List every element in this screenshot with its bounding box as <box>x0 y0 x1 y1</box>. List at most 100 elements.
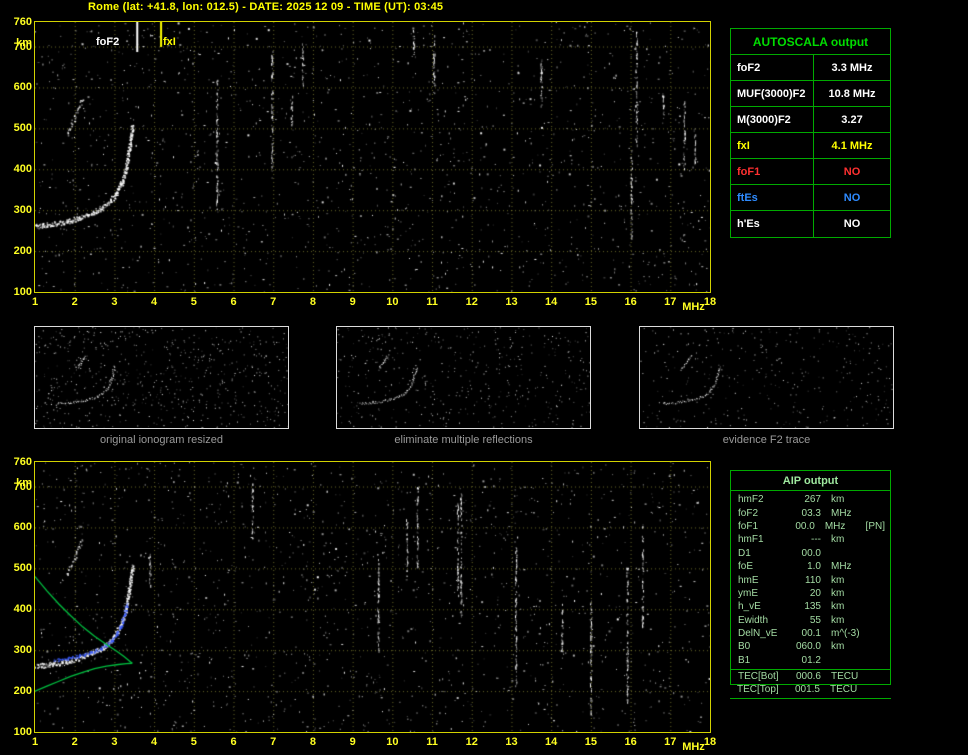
y-tick-label: 300 <box>13 644 32 657</box>
x-tick-label: 16 <box>624 736 637 748</box>
x-tick-label: 13 <box>505 736 518 748</box>
aip-tec-top-container: TEC[Top] 001.5 TECU <box>730 683 891 696</box>
aip-label: B0 <box>738 641 751 653</box>
aip-label: hmE <box>738 574 759 586</box>
x-tick-label: 9 <box>349 296 356 308</box>
autoscala-table-body: foF2 3.3 MHz MUF(3000)F2 10.8 MHz M(3000)F2 3… <box>731 55 890 237</box>
x-tick-label: 1 <box>31 736 39 748</box>
bottom-ionogram-canvas <box>34 461 711 733</box>
aip-unit: MHz <box>831 561 852 573</box>
x-tick-label: 7 <box>270 296 277 308</box>
x-axis-unit-label: MHz <box>682 301 705 313</box>
aip-value: --- <box>811 534 821 546</box>
aip-output-panel: AIP output hmF2 267 km foF2 03.3 MHz foF1 00.0 M… <box>730 470 891 686</box>
x-tick-label: 11 <box>426 296 438 308</box>
x-axis-unit-label: MHz <box>682 741 705 753</box>
table-row: M(3000)F2 3.27 <box>731 107 890 133</box>
aip-unit: MHz <box>831 507 852 519</box>
table-row: fxI 4.1 MHz <box>731 133 890 159</box>
table-row: ymE 20 km <box>731 587 890 600</box>
x-tick-label: 6 <box>230 296 237 308</box>
aip-value: 20 <box>809 587 821 599</box>
x-tick-label: 17 <box>664 736 677 748</box>
autoscala-row-value: 10.8 MHz <box>828 87 876 100</box>
mini-panel-caption-1: original ionogram resized <box>100 434 223 446</box>
aip-label: TEC[Top] <box>737 684 779 696</box>
x-tick-label: 12 <box>465 296 478 308</box>
aip-unit: TECU <box>831 671 859 683</box>
aip-value: 00.1 <box>801 628 821 640</box>
x-tick-label: 10 <box>386 736 399 748</box>
table-row: D1 00.0 <box>731 547 890 560</box>
x-tick-label: 15 <box>584 296 597 308</box>
x-tick-label: 17 <box>664 296 677 308</box>
x-tick-label: 5 <box>190 296 197 308</box>
x-tick-label: 8 <box>309 736 316 748</box>
table-row: TEC[Bot] 000.6 TECU <box>731 670 890 683</box>
table-row: TEC[Top] 001.5 TECU <box>730 683 891 696</box>
aip-label: foE <box>738 561 754 573</box>
x-tick-label: 3 <box>111 296 118 308</box>
aip-label: hmF1 <box>738 534 764 546</box>
x-tick-label: 4 <box>151 736 158 748</box>
aip-label: B1 <box>738 654 751 666</box>
table-row: B0 060.0 km <box>731 640 890 653</box>
aip-value: 060.0 <box>795 641 821 653</box>
autoscala-panel-header: AUTOSCALA output <box>731 29 890 55</box>
table-row: foF1 NO <box>731 159 890 185</box>
x-tick-label: 4 <box>151 296 158 308</box>
x-tick-label: 16 <box>624 296 637 308</box>
aip-value: 001.5 <box>794 684 820 696</box>
y-tick-label: 300 <box>13 204 32 217</box>
table-row: hmF1 --- km <box>731 533 890 546</box>
y-tick-label: 500 <box>13 122 32 135</box>
aip-value: 01.2 <box>801 654 821 666</box>
x-tick-label: 11 <box>426 736 438 748</box>
x-tick-label: 13 <box>505 296 518 308</box>
aip-tec-bot-container: TEC[Bot] 000.6 TECU <box>731 670 890 683</box>
aip-unit: m^(-3) <box>831 628 860 640</box>
aip-value: 135 <box>804 601 821 613</box>
x-tick-label: 9 <box>349 736 356 748</box>
aip-value: 000.6 <box>795 671 821 683</box>
autoscala-row-value: NO <box>843 165 861 178</box>
aip-value: 55 <box>809 614 821 626</box>
page-title: Rome (lat: +41.8, lon: 012.5) - DATE: 20… <box>88 1 444 13</box>
mini-ionogram-canvas-3 <box>639 326 894 429</box>
aip-value: 110 <box>805 574 821 586</box>
y-axis-unit-label: km <box>16 477 32 489</box>
table-row: DelN_vE 00.1 m^(-3) <box>731 627 890 640</box>
x-tick-label: 6 <box>230 736 237 748</box>
aip-unit: km <box>831 574 845 586</box>
foF2-marker-label: foF2 <box>96 36 120 48</box>
autoscala-output-panel: AUTOSCALA output foF2 3.3 MHz MUF(3000)F2 1… <box>730 28 891 238</box>
aip-unit: km <box>831 614 845 626</box>
autoscala-row-label: foF1 <box>731 159 814 184</box>
x-tick-label: 8 <box>309 296 316 308</box>
aip-value: 03.3 <box>801 507 821 519</box>
y-tick-label: 200 <box>13 685 32 698</box>
aip-label: Ewidth <box>738 614 769 626</box>
aip-panel-header: AIP output <box>731 471 890 491</box>
table-row: foF1 00.0 MHz [PN] <box>731 520 890 533</box>
table-row: h'Es NO <box>731 211 890 237</box>
aip-unit: km <box>831 494 845 506</box>
table-row: hmE 110 km <box>731 573 890 586</box>
table-row: MUF(3000)F2 10.8 MHz <box>731 81 890 107</box>
aip-table-body: hmF2 267 km foF2 03.3 MHz foF1 00.0 MHz [PN] hmF1-… <box>731 493 890 667</box>
mini-ionogram-canvas-1 <box>34 326 289 429</box>
x-tick-label: 7 <box>270 736 277 748</box>
y-tick-label: 200 <box>13 245 32 258</box>
autoscala-row-value: NO <box>843 218 861 230</box>
y-tick-label: 600 <box>13 521 32 534</box>
table-row: foF2 03.3 MHz <box>731 506 890 519</box>
autoscala-row-label: fxI <box>731 133 814 158</box>
x-tick-label: 14 <box>545 296 558 308</box>
aip-value: 267 <box>804 494 821 506</box>
y-tick-label: 600 <box>13 81 32 94</box>
table-row: h_vE 135 km <box>731 600 890 613</box>
aip-unit: MHz <box>824 520 846 532</box>
x-tick-label: 12 <box>465 736 478 748</box>
table-row: hmF2 267 km <box>731 493 890 506</box>
table-row: foE 1.0 MHz <box>731 560 890 573</box>
